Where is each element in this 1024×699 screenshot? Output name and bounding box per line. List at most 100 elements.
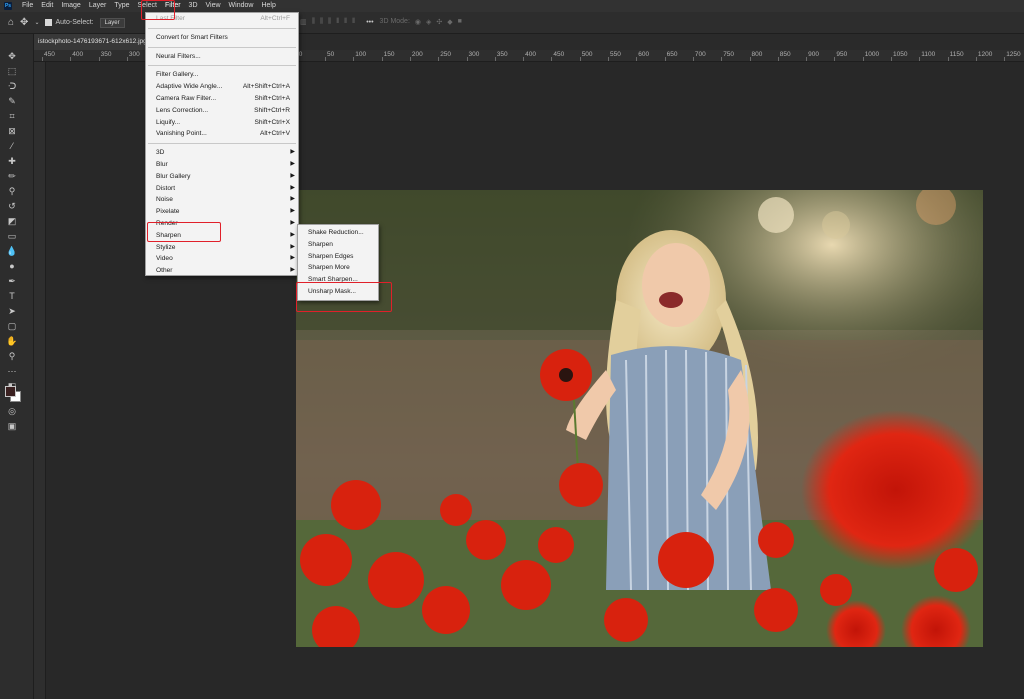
menu-view[interactable]: View	[202, 0, 225, 12]
ruler-label: 850	[779, 51, 791, 58]
menu-help[interactable]: Help	[257, 0, 279, 12]
3d-scale-icon[interactable]: ■	[458, 18, 462, 26]
align-left-icon[interactable]: ⫴	[336, 18, 339, 26]
foreground-color-swatch[interactable]	[5, 386, 16, 397]
ruler-tick	[834, 57, 836, 61]
filter-menu-item-other[interactable]: Other ▶	[146, 265, 298, 277]
ruler-label: 300	[468, 51, 480, 58]
screen-mode-icon[interactable]: ▣	[5, 420, 19, 432]
filter-menu-item-pixelate[interactable]: Pixelate ▶	[146, 206, 298, 218]
sharpen-item-sharpen[interactable]: Sharpen	[298, 239, 378, 251]
gradient-tool-icon[interactable]: ▭	[5, 230, 19, 242]
move-tool-icon[interactable]: ✥	[5, 50, 19, 62]
quick-select-tool-icon[interactable]: ✎	[5, 95, 19, 107]
shape-tool-icon[interactable]: ▢	[5, 320, 19, 332]
history-brush-tool-icon[interactable]: ↺	[5, 200, 19, 212]
eraser-tool-icon[interactable]: ◩	[5, 215, 19, 227]
move-tool-icon[interactable]: ✥	[20, 17, 28, 28]
ruler-label: 300	[128, 51, 140, 58]
eyedropper-tool-icon[interactable]: ⁄	[5, 140, 19, 152]
menu-edit[interactable]: Edit	[37, 0, 57, 12]
menu-item-label: Distort	[156, 184, 176, 192]
auto-select-checkbox[interactable]: Auto-Select:	[45, 19, 94, 26]
quick-mask-icon[interactable]: ◎	[5, 405, 19, 417]
align-center-icon[interactable]: ⫴	[344, 18, 347, 26]
ruler-label: 500	[581, 51, 593, 58]
filter-menu-item-neural-filters[interactable]: Neural Filters...	[146, 51, 298, 63]
filter-menu-item-adaptive-wide-angle[interactable]: Adaptive Wide Angle... Alt+Shift+Ctrl+A	[146, 81, 298, 93]
filter-menu-item-blur-gallery[interactable]: Blur Gallery ▶	[146, 171, 298, 183]
type-tool-icon[interactable]: T	[5, 290, 19, 302]
path-selection-tool-icon[interactable]: ➤	[5, 305, 19, 317]
menu-window[interactable]: Window	[225, 0, 258, 12]
clone-stamp-tool-icon[interactable]: ⚲	[5, 185, 19, 197]
ruler-label: 1250	[1006, 51, 1021, 58]
menu-item-label: Blur Gallery	[156, 172, 191, 180]
filter-menu-item-video[interactable]: Video ▶	[146, 253, 298, 265]
more-options-icon[interactable]: •••	[366, 18, 373, 26]
ruler-label: 400	[72, 51, 84, 58]
filter-menu-item-noise[interactable]: Noise ▶	[146, 194, 298, 206]
menu-3d[interactable]: 3D	[185, 0, 202, 12]
filter-menu-item-lens-correction[interactable]: Lens Correction... Shift+Ctrl+R	[146, 105, 298, 117]
ruler-label: 550	[610, 51, 621, 58]
ruler-tick	[353, 57, 355, 61]
align-bottom-icon[interactable]: ⫼	[328, 18, 331, 26]
frame-tool-icon[interactable]: ⊠	[5, 125, 19, 137]
brush-tool-icon[interactable]: ✏	[5, 170, 19, 182]
sharpen-item-shake-reduction[interactable]: Shake Reduction...	[298, 227, 378, 239]
align-right-icon[interactable]: ⫴	[352, 18, 355, 26]
healing-brush-tool-icon[interactable]: ✚	[5, 155, 19, 167]
ruler-tick	[806, 57, 808, 61]
3d-orbit-icon[interactable]: ◉	[415, 18, 421, 26]
filter-menu-item-distort[interactable]: Distort ▶	[146, 183, 298, 195]
blur-tool-icon[interactable]: 💧	[5, 245, 19, 257]
sharpen-item-sharpen-edges[interactable]: Sharpen Edges	[298, 251, 378, 263]
crop-tool-icon[interactable]: ⌗	[5, 110, 19, 122]
marquee-tool-icon[interactable]: ⬚	[5, 65, 19, 77]
menu-item-label: Convert for Smart Filters	[156, 33, 228, 41]
lasso-tool-icon[interactable]: ᑝ	[5, 80, 19, 92]
menu-file[interactable]: File	[18, 0, 37, 12]
menu-separator	[148, 65, 296, 67]
tool-preset-chevron-icon[interactable]: ⌄	[34, 19, 39, 26]
menu-image[interactable]: Image	[57, 0, 84, 12]
hand-tool-icon[interactable]: ✋	[5, 335, 19, 347]
pen-tool-icon[interactable]: ✒	[5, 275, 19, 287]
vertical-ruler[interactable]	[34, 62, 46, 699]
3d-pan-icon[interactable]: ✣	[436, 18, 442, 26]
menu-item-label: Noise	[156, 196, 173, 204]
filter-menu-item-convert-for-smart-filters[interactable]: Convert for Smart Filters	[146, 32, 298, 44]
ruler-label: 350	[496, 51, 508, 58]
align-middle-icon[interactable]: ⫼	[320, 18, 323, 26]
menu-type[interactable]: Type	[110, 0, 133, 12]
filter-menu-item-liquify[interactable]: Liquify... Shift+Ctrl+X	[146, 117, 298, 129]
filter-menu-item-vanishing-point[interactable]: Vanishing Point... Alt+Ctrl+V	[146, 128, 298, 140]
filter-menu-item-blur[interactable]: Blur ▶	[146, 159, 298, 171]
menu-item-label: Neural Filters...	[156, 52, 201, 60]
menu-layer[interactable]: Layer	[85, 0, 111, 12]
ruler-tick	[42, 57, 43, 61]
filter-menu-item-camera-raw-filter[interactable]: Camera Raw Filter... Shift+Ctrl+A	[146, 93, 298, 105]
filter-menu-item-3d[interactable]: 3D ▶	[146, 147, 298, 159]
3d-roll-icon[interactable]: ◈	[426, 18, 431, 26]
auto-select-dropdown[interactable]: Layer	[99, 17, 125, 28]
sharpen-item-sharpen-more[interactable]: Sharpen More	[298, 262, 378, 274]
home-icon[interactable]: ⌂	[8, 17, 14, 28]
ruler-tick	[862, 57, 864, 61]
align-icon[interactable]: ▥	[300, 18, 307, 26]
filter-menu-item-stylize[interactable]: Stylize ▶	[146, 242, 298, 254]
filter-menu-item-filter-gallery[interactable]: Filter Gallery...	[146, 69, 298, 81]
menu-separator	[148, 143, 296, 145]
3d-slide-icon[interactable]: ◆	[447, 18, 452, 26]
menu-item-label: Video	[156, 255, 173, 263]
align-top-icon[interactable]: ⫼	[312, 18, 315, 26]
dodge-tool-icon[interactable]: ●	[5, 260, 19, 272]
ruler-tick	[579, 57, 581, 61]
ruler-label: 200	[411, 51, 423, 58]
zoom-tool-icon[interactable]: ⚲	[5, 350, 19, 362]
more-tools-icon[interactable]: ⋯	[5, 365, 19, 377]
document-image[interactable]	[296, 190, 983, 647]
ruler-label: 900	[808, 51, 819, 58]
align-icons: ▥ ⫼ ⫼ ⫼ ⫴ ⫴ ⫴ ••• 3D Mode: ◉ ◈ ✣ ◆ ■	[300, 18, 467, 26]
